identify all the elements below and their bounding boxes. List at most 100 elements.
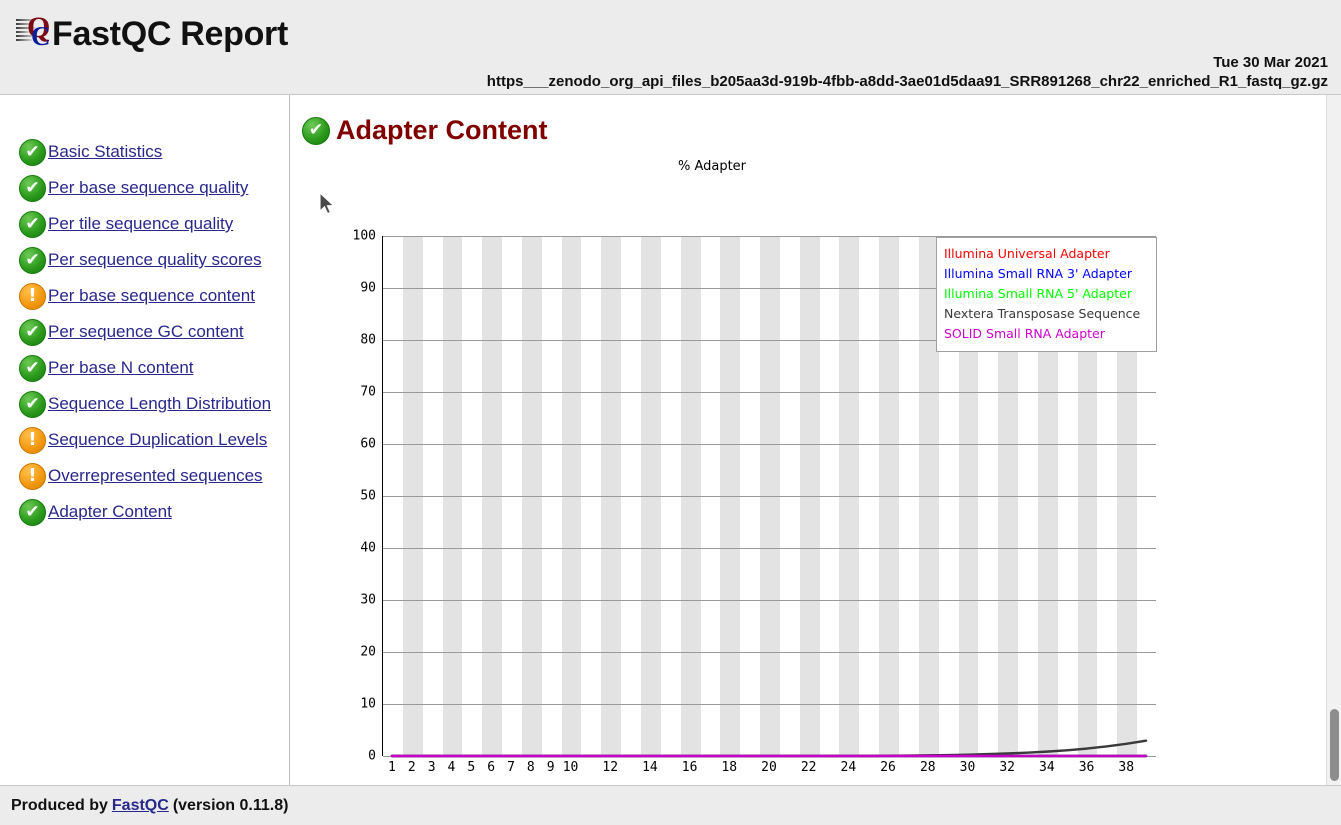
sidebar-item-label: Sequence Duplication Levels <box>48 430 268 449</box>
y-tick-label: 60 <box>360 436 376 452</box>
x-tick-label: 36 <box>1078 760 1095 775</box>
check-glyph: ✔ <box>25 249 40 270</box>
y-tick-label: 70 <box>360 384 376 400</box>
exclamation-glyph: ! <box>28 428 37 450</box>
status-warning-icon: ! <box>19 462 46 490</box>
x-tick-label: 2 <box>407 760 416 775</box>
sidebar-item-per-sequence-quality-scores[interactable]: ✔ Per sequence quality scores <box>0 242 289 278</box>
sidebar-item-label: Per sequence quality scores <box>48 250 262 269</box>
legend-item: Illumina Universal Adapter <box>944 246 1110 261</box>
x-tick-label: 12 <box>602 760 619 775</box>
sidebar-item-sequence-length-distribution[interactable]: ✔ Sequence Length Distribution <box>0 386 289 422</box>
legend-item: Nextera Transposase Sequence <box>944 306 1141 321</box>
sidebar-item-label: Per base sequence quality <box>48 178 249 197</box>
sidebar-item-per-base-sequence-content[interactable]: ! Per base sequence content <box>0 278 289 314</box>
y-tick-label: 50 <box>360 488 376 504</box>
header-brand: Q C FastQC Report <box>14 12 288 56</box>
status-pass-icon: ✔ <box>19 174 46 202</box>
status-pass-icon: ✔ <box>19 210 46 238</box>
sidebar-item-label: Sequence Length Distribution <box>48 394 272 413</box>
y-tick-label: 90 <box>360 280 376 296</box>
x-tick-label: 38 <box>1118 760 1135 775</box>
status-pass-icon: ✔ <box>19 390 46 418</box>
y-tick-label: 30 <box>360 592 376 608</box>
status-pass-icon: ✔ <box>19 318 46 346</box>
x-tick-label: 26 <box>880 760 896 775</box>
vertical-scrollbar[interactable] <box>1326 95 1341 785</box>
x-tick-label: 9 <box>546 760 555 775</box>
status-pass-icon: ✔ <box>19 138 46 166</box>
chart-title: % Adapter <box>677 159 747 174</box>
x-tick-label: 32 <box>999 760 1015 775</box>
y-tick-label: 80 <box>360 332 376 348</box>
x-tick-label: 14 <box>642 760 658 775</box>
status-pass-icon: ✔ <box>19 354 46 382</box>
y-axis-ticks: 0 10 20 30 40 50 60 70 80 90 100 <box>328 229 376 764</box>
x-tick-label: 4 <box>447 760 456 775</box>
footer-prefix: Produced by <box>11 796 108 814</box>
status-warning-icon: ! <box>19 282 46 310</box>
series-line <box>390 739 1148 758</box>
check-glyph: ✔ <box>25 321 40 342</box>
sidebar-item-label: Overrepresented sequences <box>48 466 263 485</box>
sidebar-item-sequence-duplication-levels[interactable]: ! Sequence Duplication Levels <box>0 422 289 458</box>
sidebar-item-per-tile-sequence-quality[interactable]: ✔ Per tile sequence quality <box>0 206 289 242</box>
status-warning-icon: ! <box>19 426 46 454</box>
y-tick-label: 10 <box>360 696 376 712</box>
x-tick-label: 3 <box>427 760 436 775</box>
y-tick-label: 100 <box>352 228 376 244</box>
sidebar-navigation: ✔ Basic Statistics ✔ Per base sequence qual… <box>0 95 290 785</box>
exclamation-glyph: ! <box>28 464 37 486</box>
x-tick-label: 10 <box>562 760 579 775</box>
logo-c-glyph: C <box>31 21 51 51</box>
sidebar-item-overrepresented-sequences[interactable]: ! Overrepresented sequences <box>0 458 289 494</box>
legend-item: Illumina Small RNA 3' Adapter <box>944 266 1132 281</box>
check-glyph: ✔ <box>25 393 40 414</box>
report-footer: Produced by FastQC (version 0.11.8) <box>0 785 1341 825</box>
sidebar-item-adapter-content[interactable]: ✔ Adapter Content <box>0 494 289 530</box>
fastqc-link[interactable]: FastQC <box>112 797 169 815</box>
status-pass-icon: ✔ <box>19 498 46 526</box>
sidebar-item-label: Basic Statistics <box>48 142 163 161</box>
y-tick-label: 0 <box>368 748 376 764</box>
x-tick-label: 28 <box>919 760 936 775</box>
x-axis-ticks: 1 2 3 4 5 6 7 8 9 10 12 14 16 18 20 22 24 26 28 30 32 34 36 38 <box>382 760 1156 782</box>
x-tick-label: 5 <box>467 760 476 775</box>
fastqc-report-page: Summary Q C FastQC Report Tue 30 Mar 202… <box>0 0 1341 825</box>
check-glyph: ✔ <box>25 357 40 378</box>
x-tick-label: 22 <box>800 760 817 775</box>
x-tick-label: 20 <box>761 760 777 775</box>
legend-item: SOLID Small RNA Adapter <box>944 326 1105 341</box>
sidebar-item-basic-statistics[interactable]: ✔ Basic Statistics <box>0 134 289 170</box>
sidebar-item-label: Adapter Content <box>48 502 172 521</box>
x-tick-label: 18 <box>721 760 738 775</box>
sidebar-item-label: Per base sequence content <box>48 286 255 305</box>
x-tick-label: 8 <box>526 760 535 775</box>
module-title: Adapter Content <box>336 115 548 145</box>
sidebar-item-per-base-sequence-quality[interactable]: ✔ Per base sequence quality <box>0 170 289 206</box>
module-header: ✔ Adapter Content <box>302 115 1320 146</box>
x-tick-label: 7 <box>507 760 515 775</box>
fastqc-logo-icon: Q C <box>14 12 58 56</box>
y-tick-label: 40 <box>360 540 376 556</box>
report-header: Q C FastQC Report Tue 30 Mar 2021 https_… <box>0 0 1341 95</box>
check-glyph: ✔ <box>25 141 40 162</box>
check-glyph: ✔ <box>25 177 40 198</box>
check-glyph: ✔ <box>25 501 40 522</box>
report-filename: https___zenodo_org_api_files_b205aa3d-91… <box>486 73 1328 90</box>
scrollbar-thumb[interactable] <box>1330 709 1339 781</box>
check-glyph: ✔ <box>308 120 324 140</box>
sidebar-item-per-base-n-content[interactable]: ✔ Per base N content <box>0 350 289 386</box>
sidebar-item-per-sequence-gc-content[interactable]: ✔ Per sequence GC content <box>0 314 289 350</box>
footer-suffix: (version 0.11.8) <box>172 796 289 814</box>
exclamation-glyph: ! <box>28 284 37 306</box>
x-tick-label: 1 <box>388 760 396 775</box>
adapter-content-chart: % Adapter 0 10 20 30 40 50 60 70 80 90 100 1234567… <box>302 159 1302 800</box>
y-tick-label: 20 <box>360 644 376 660</box>
page-title: FastQC Report <box>52 14 289 53</box>
x-tick-label: 30 <box>959 760 976 775</box>
x-tick-label: 24 <box>840 760 857 775</box>
x-tick-label: 6 <box>487 760 496 775</box>
x-tick-label: 34 <box>1039 760 1055 775</box>
check-glyph: ✔ <box>25 213 40 234</box>
